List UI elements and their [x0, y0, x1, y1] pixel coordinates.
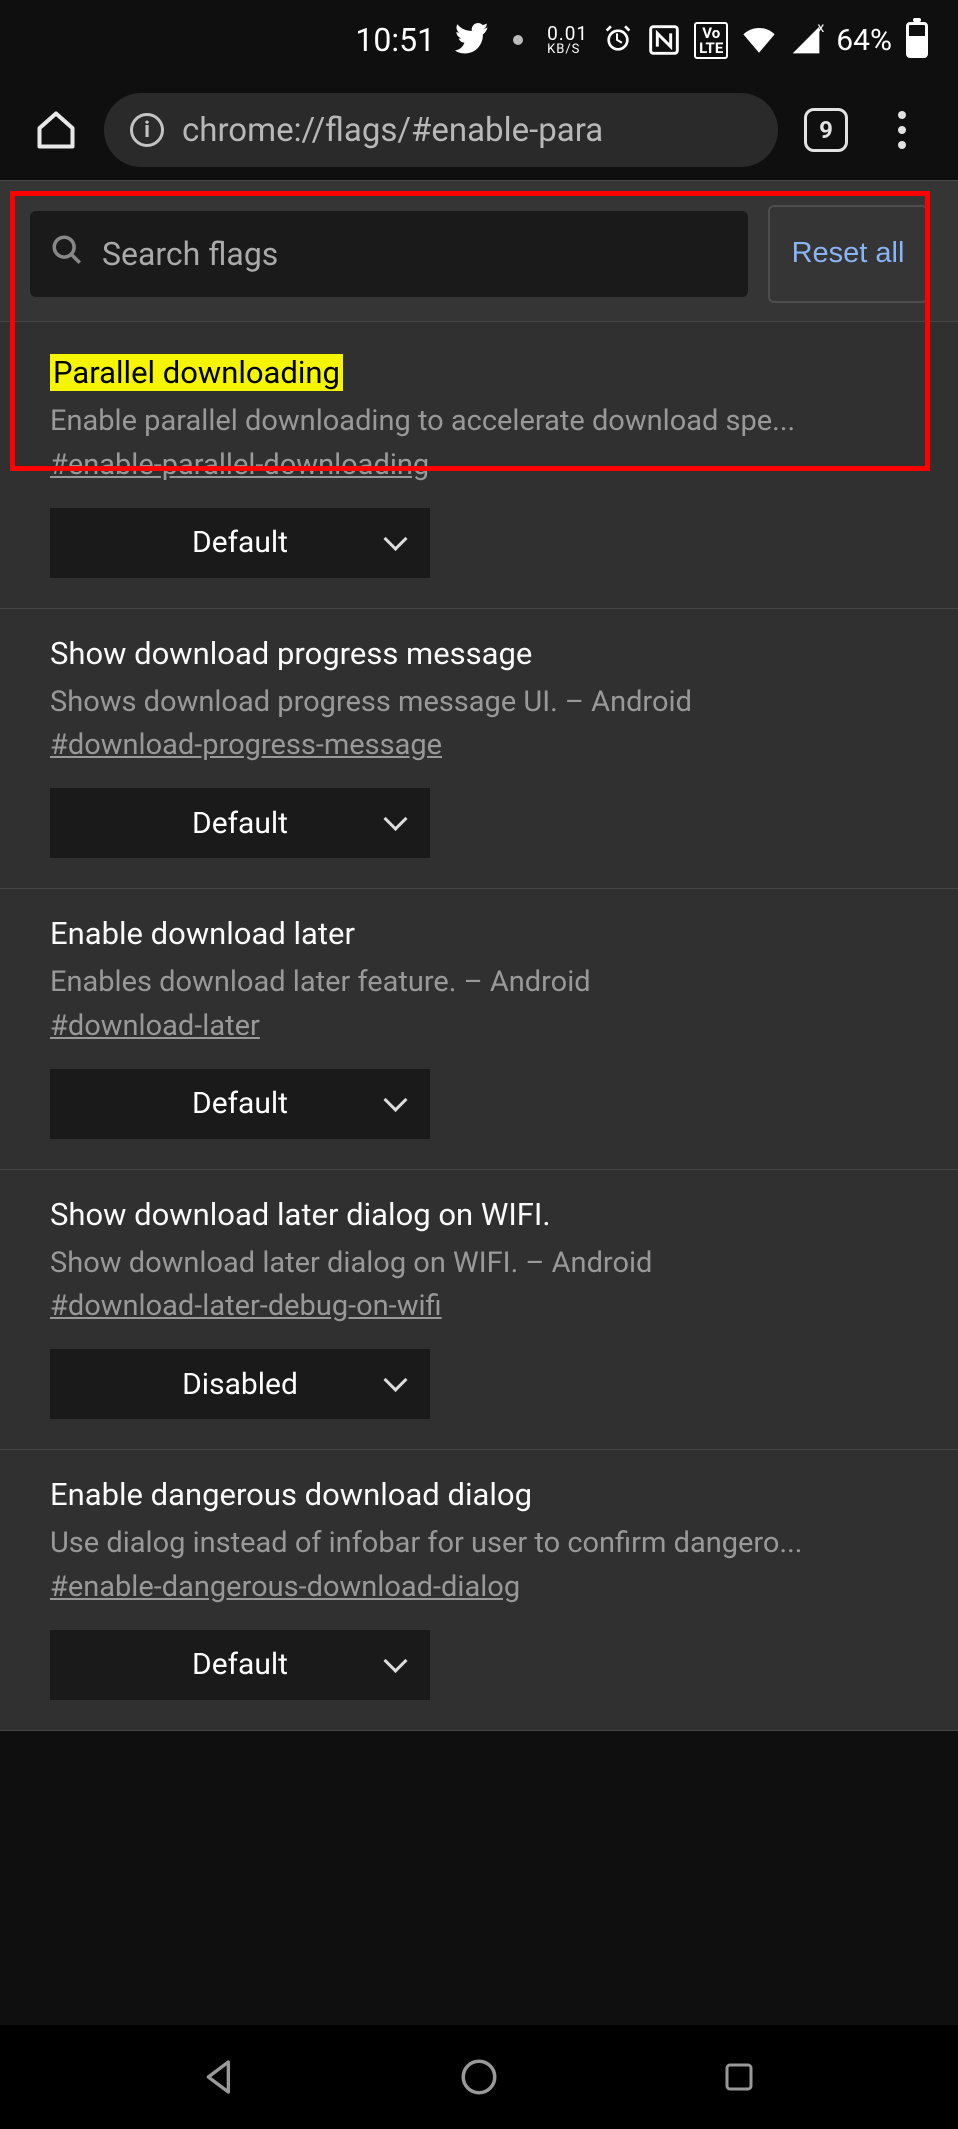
flag-title: Parallel downloading	[50, 354, 343, 391]
menu-button[interactable]	[874, 102, 930, 158]
recents-button[interactable]	[699, 2037, 779, 2117]
search-placeholder: Search flags	[102, 235, 278, 273]
flag-item: Show download progress message Shows down…	[0, 609, 958, 890]
nfc-icon	[648, 24, 680, 56]
flag-select-value: Default	[192, 1647, 288, 1682]
wifi-icon	[742, 23, 776, 57]
flag-description: Use dialog instead of infobar for user t…	[50, 1523, 928, 1564]
battery-icon	[906, 22, 928, 58]
flag-select[interactable]: Default	[50, 788, 430, 858]
flag-select[interactable]: Default	[50, 1069, 430, 1139]
flag-select[interactable]: Disabled	[50, 1349, 430, 1419]
chevron-down-icon	[390, 818, 408, 829]
flag-select-value: Default	[192, 1086, 288, 1121]
flag-item: Parallel downloading Enable parallel down…	[0, 322, 958, 609]
search-flags-input[interactable]: Search flags	[30, 211, 748, 297]
page-content: Search flags Reset all Parallel download…	[0, 180, 958, 1731]
flag-item: Show download later dialog on WIFI. Show …	[0, 1170, 958, 1451]
flag-item: Enable dangerous download dialog Use dial…	[0, 1450, 958, 1731]
twitter-icon	[455, 23, 489, 57]
volte-icon: VoLTE	[694, 22, 728, 59]
browser-toolbar: i chrome://flags/#enable-para 9	[0, 80, 958, 180]
url-text: chrome://flags/#enable-para	[182, 111, 603, 150]
flag-title: Show download later dialog on WIFI.	[50, 1196, 551, 1233]
flag-select-value: Default	[192, 525, 288, 560]
address-bar[interactable]: i chrome://flags/#enable-para	[104, 93, 778, 167]
flag-hash-link[interactable]: #enable-dangerous-download-dialog	[50, 1570, 520, 1604]
reset-label: Reset all	[792, 235, 905, 273]
flag-title: Enable download later	[50, 915, 355, 952]
flag-hash-link[interactable]: #download-later	[50, 1009, 260, 1043]
kebab-icon	[898, 111, 906, 149]
separator-dot-icon	[513, 35, 523, 45]
flag-select-value: Disabled	[182, 1367, 298, 1402]
flag-title: Show download progress message	[50, 635, 532, 672]
flag-hash-link[interactable]: #enable-parallel-downloading	[50, 448, 429, 482]
tabs-button[interactable]: 9	[798, 102, 854, 158]
flag-description: Show download later dialog on WIFI. – An…	[50, 1243, 928, 1284]
status-bar: 10:51 0.01 KB/S VoLTE x 64%	[0, 0, 958, 80]
home-button[interactable]	[28, 102, 84, 158]
android-nav-bar	[0, 2025, 958, 2129]
flag-description: Enables download later feature. – Androi…	[50, 962, 928, 1003]
chevron-down-icon	[390, 1659, 408, 1670]
flag-list: Parallel downloading Enable parallel down…	[0, 322, 958, 1731]
flag-select-value: Default	[192, 806, 288, 841]
chevron-down-icon	[390, 1098, 408, 1109]
flag-title: Enable dangerous download dialog	[50, 1476, 532, 1513]
flag-item: Enable download later Enables download la…	[0, 889, 958, 1170]
search-icon	[50, 233, 84, 275]
flag-hash-link[interactable]: #download-progress-message	[50, 728, 442, 762]
back-button[interactable]	[180, 2037, 260, 2117]
chevron-down-icon	[390, 537, 408, 548]
flag-select[interactable]: Default	[50, 1630, 430, 1700]
alarm-icon	[602, 24, 634, 56]
chevron-down-icon	[390, 1379, 408, 1390]
status-time: 10:51	[355, 21, 435, 59]
flag-select[interactable]: Default	[50, 508, 430, 578]
battery-percentage: 64%	[836, 23, 892, 58]
home-nav-button[interactable]	[439, 2037, 519, 2117]
flag-description: Enable parallel downloading to accelerat…	[50, 401, 928, 442]
signal-icon: x	[790, 24, 822, 56]
network-speed: 0.01 KB/S	[547, 24, 588, 56]
tab-count: 9	[819, 116, 833, 144]
search-row: Search flags Reset all	[0, 181, 958, 322]
flag-hash-link[interactable]: #download-later-debug-on-wifi	[50, 1289, 442, 1323]
info-icon: i	[130, 113, 164, 147]
flag-description: Shows download progress message UI. – An…	[50, 682, 928, 723]
reset-all-button[interactable]: Reset all	[768, 205, 928, 303]
